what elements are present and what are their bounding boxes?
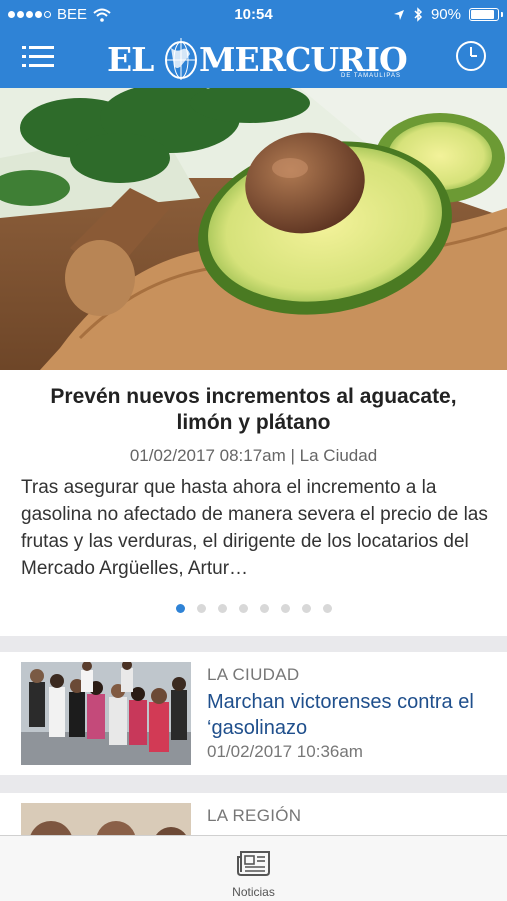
bluetooth-icon: [414, 7, 423, 22]
article-category: LA CIUDAD: [207, 665, 300, 684]
tab-bar: Noticias: [0, 835, 507, 901]
carousel-dot[interactable]: [259, 604, 269, 613]
globe-logo-icon: [165, 38, 197, 80]
carousel-dot[interactable]: [280, 604, 290, 613]
article-date: 01/02/2017 10:36am: [207, 742, 363, 761]
logo-el-text: EL: [107, 40, 154, 79]
app-header-bar: BEE 10:54 90% EL MERCURIO DE TAMAULIPAS: [0, 0, 507, 88]
featured-title[interactable]: Prevén nuevos incrementos al aguacate, l…: [20, 384, 487, 436]
hamburger-menu-icon[interactable]: [22, 44, 54, 70]
carousel-dot[interactable]: [322, 604, 332, 613]
app-header: EL MERCURIO DE TAMAULIPAS: [0, 30, 507, 88]
carousel-dot[interactable]: [238, 604, 248, 613]
featured-meta: 01/02/2017 08:17am | La Ciudad: [129, 446, 378, 465]
carousel-pager[interactable]: [0, 604, 507, 613]
carousel-dot[interactable]: [301, 604, 311, 613]
article-category: LA REGIÓN: [207, 806, 302, 825]
location-arrow-icon: [393, 9, 404, 20]
article-thumbnail[interactable]: [21, 662, 191, 765]
carousel-dot[interactable]: [196, 604, 206, 613]
article-title[interactable]: Marchan victorenses contra el ‘gasolinaz…: [207, 689, 499, 741]
newspaper-icon[interactable]: [236, 849, 272, 877]
featured-article[interactable]: Prevén nuevos incrementos al aguacate, l…: [0, 88, 507, 636]
carousel-dot[interactable]: [175, 604, 185, 613]
status-right: 90%: [393, 6, 503, 23]
battery-percent: 90%: [430, 6, 461, 23]
battery-icon: [469, 8, 503, 21]
list-item[interactable]: LA CIUDAD Marchan victorenses contra el …: [0, 652, 507, 775]
logo-subtitle: DE TAMAULIPAS: [340, 73, 401, 79]
featured-excerpt: Tras asegurar que hasta ahora el increme…: [21, 477, 488, 579]
app-logo: EL MERCURIO DE TAMAULIPAS: [107, 34, 408, 84]
carousel-dot[interactable]: [217, 604, 227, 613]
status-bar: BEE 10:54 90%: [0, 0, 507, 30]
tab-noticias[interactable]: Noticias: [0, 885, 507, 899]
clock-icon[interactable]: [455, 40, 487, 72]
featured-image[interactable]: [0, 88, 507, 370]
